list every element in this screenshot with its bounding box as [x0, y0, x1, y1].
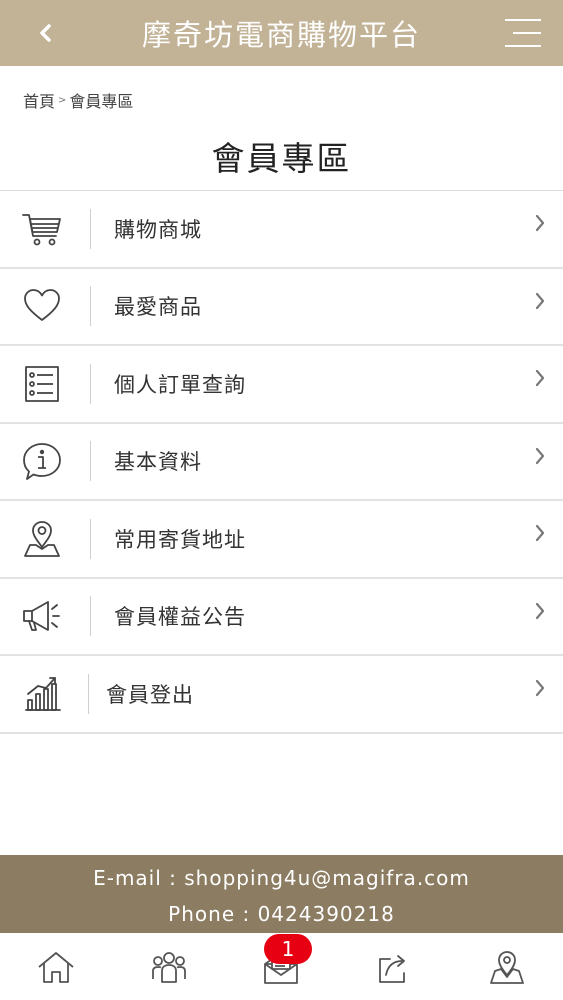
menu-item-divider — [90, 441, 91, 482]
chevron-right-icon — [535, 369, 545, 387]
menu-item-order-inquiry[interactable]: 個人訂單查詢 — [0, 346, 563, 424]
bar-chart-icon — [20, 672, 64, 716]
menu-item-divider — [90, 596, 91, 637]
menu-item-divider — [88, 673, 89, 714]
mail-badge: 1 — [264, 934, 312, 964]
chevron-right-icon — [535, 602, 545, 619]
chevron-right-icon — [535, 679, 545, 697]
app-header: 摩奇坊電商購物平台 — [0, 0, 563, 66]
breadcrumb-separator: > — [58, 94, 67, 106]
breadcrumb-home[interactable]: 首頁 — [23, 88, 55, 112]
member-menu-list: 購物商城 最愛商品 個人訂單查詢 基本資料 常用寄貨地址 會員權益公告 會員登出 — [0, 190, 563, 734]
members-icon — [151, 951, 186, 983]
menu-item-label: 購物商城 — [114, 217, 202, 242]
location-icon — [489, 950, 524, 984]
megaphone-icon — [20, 594, 64, 638]
menu-item-divider — [90, 208, 91, 249]
menu-item-label: 基本資料 — [114, 450, 202, 475]
breadcrumb-current: 會員專區 — [69, 92, 134, 111]
tab-home[interactable] — [0, 933, 113, 1000]
breadcrumb: 首頁 > 會員專區 — [23, 88, 133, 112]
menu-item-shopping-mall[interactable]: 購物商城 — [0, 191, 563, 269]
menu-item-favorites[interactable]: 最愛商品 — [0, 269, 563, 346]
menu-item-profile[interactable]: 基本資料 — [0, 424, 563, 501]
chevron-right-icon — [535, 447, 545, 464]
map-pin-icon — [20, 517, 64, 561]
menu-item-label: 會員權益公告 — [114, 605, 246, 630]
home-icon — [38, 951, 74, 983]
menu-item-shipping-address[interactable]: 常用寄貨地址 — [0, 501, 563, 579]
chevron-right-icon — [535, 292, 545, 309]
menu-item-divider — [90, 286, 91, 327]
menu-item-label: 個人訂單查詢 — [114, 372, 246, 397]
heart-icon — [20, 284, 64, 328]
hamburger-icon — [505, 19, 541, 47]
footer-email[interactable]: E-mail : shopping4u@magifra.com — [0, 860, 563, 896]
menu-item-divider — [90, 363, 91, 404]
menu-item-label: 會員登出 — [106, 682, 194, 707]
app-title: 摩奇坊電商購物平台 — [141, 18, 421, 52]
share-icon — [379, 954, 405, 983]
contact-footer: E-mail : shopping4u@magifra.com Phone : … — [0, 855, 563, 933]
tab-location[interactable] — [450, 933, 563, 1000]
tab-members[interactable] — [113, 933, 226, 1000]
chevron-right-icon — [535, 214, 545, 232]
menu-item-label: 常用寄貨地址 — [114, 527, 246, 552]
page-title: 會員專區 — [211, 139, 352, 178]
order-list-icon — [20, 362, 64, 406]
menu-item-announcements[interactable]: 會員權益公告 — [0, 579, 563, 656]
info-icon — [20, 439, 64, 483]
chevron-right-icon — [535, 524, 545, 542]
back-button[interactable] — [34, 18, 56, 48]
hamburger-menu-button[interactable] — [503, 17, 543, 49]
menu-item-logout[interactable]: 會員登出 — [0, 656, 563, 734]
tab-share[interactable] — [338, 933, 451, 1000]
chevron-left-icon — [40, 24, 51, 42]
shopping-cart-icon — [20, 207, 64, 251]
menu-item-label: 最愛商品 — [114, 295, 202, 320]
footer-phone[interactable]: Phone : 0424390218 — [0, 896, 563, 932]
menu-item-divider — [90, 518, 91, 559]
